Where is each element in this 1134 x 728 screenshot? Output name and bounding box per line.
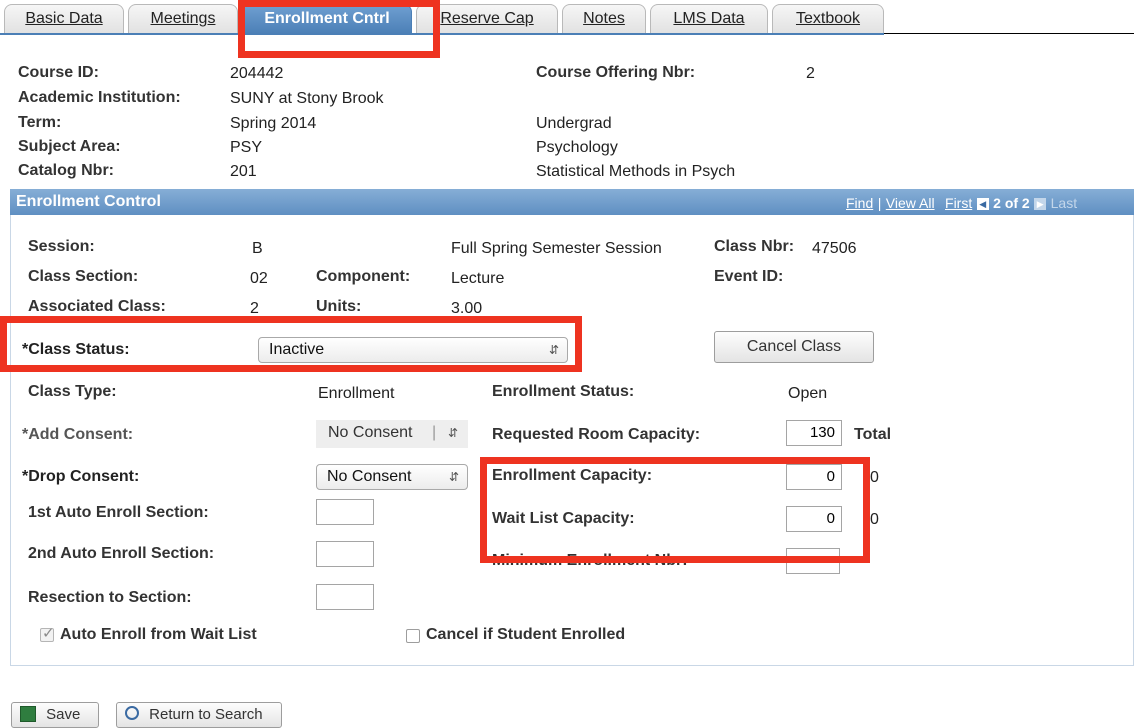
drop-consent-select[interactable]: No Consent ⇵ bbox=[316, 464, 468, 490]
term-value: Spring 2014 bbox=[230, 115, 317, 132]
return-to-search-button[interactable]: Return to Search bbox=[116, 702, 282, 728]
search-icon bbox=[125, 706, 139, 721]
term-label: Term: bbox=[18, 114, 62, 131]
add-consent-select: No Consent | ⇵ bbox=[316, 420, 468, 448]
units-label: Units: bbox=[316, 298, 362, 315]
room-capacity-label: Requested Room Capacity: bbox=[492, 426, 701, 443]
highlight-status-box bbox=[0, 316, 582, 372]
auto-enroll-wait-list-checkbox[interactable]: ✓ bbox=[40, 625, 55, 642]
institution-value: SUNY at Stony Brook bbox=[230, 90, 384, 107]
cancel-if-enrolled-label: Cancel if Student Enrolled bbox=[426, 626, 626, 643]
tab-lms-data[interactable]: LMS Data bbox=[650, 4, 768, 34]
save-label: Save bbox=[46, 706, 81, 723]
event-id-label: Event ID: bbox=[714, 268, 784, 285]
tab-meetings[interactable]: Meetings bbox=[128, 4, 238, 34]
cancel-if-enrolled-checkbox[interactable] bbox=[406, 629, 420, 643]
class-section-value: 02 bbox=[250, 270, 268, 287]
subject-desc: Psychology bbox=[536, 139, 618, 156]
find-link[interactable]: Find bbox=[846, 195, 873, 211]
class-type-value: Enrollment bbox=[318, 385, 395, 402]
subject-value: PSY bbox=[230, 139, 263, 156]
subject-label: Subject Area: bbox=[18, 138, 121, 155]
catalog-value: 201 bbox=[230, 163, 257, 180]
panel-title: Enrollment Control bbox=[16, 193, 161, 210]
catalog-label: Catalog Nbr: bbox=[18, 162, 114, 179]
tab-divider bbox=[884, 33, 1134, 34]
total-label: Total bbox=[854, 426, 892, 443]
auto-enroll-wait-list-label: Auto Enroll from Wait List bbox=[60, 626, 257, 643]
next-arrow-icon: ▶ bbox=[1034, 197, 1047, 210]
component-value: Lecture bbox=[451, 270, 505, 287]
class-section-label: Class Section: bbox=[28, 268, 139, 285]
tab-underline bbox=[0, 33, 884, 35]
select-arrows-icon: ⇵ bbox=[448, 470, 459, 484]
session-desc: Full Spring Semester Session bbox=[451, 240, 662, 257]
enrollment-total-value: 0 bbox=[870, 469, 879, 486]
checkmark-icon: ✓ bbox=[42, 625, 55, 642]
auto-enroll-1-label: 1st Auto Enroll Section: bbox=[28, 504, 209, 521]
enrollment-status-label: Enrollment Status: bbox=[492, 383, 635, 400]
tab-basic-data[interactable]: Basic Data bbox=[4, 4, 124, 34]
session-value: B bbox=[252, 240, 263, 257]
wait-list-total-value: 0 bbox=[870, 511, 879, 528]
resection-input[interactable] bbox=[316, 584, 374, 610]
return-to-search-label: Return to Search bbox=[149, 706, 263, 723]
save-button[interactable]: Save bbox=[11, 702, 99, 728]
course-id-label: Course ID: bbox=[18, 64, 99, 81]
enrollment-control-header: Enrollment Control Find | View All First… bbox=[10, 189, 1134, 215]
drop-consent-value: No Consent bbox=[327, 468, 412, 485]
session-label: Session: bbox=[28, 238, 95, 255]
class-nbr-value: 47506 bbox=[812, 240, 857, 257]
add-consent-label: *Add Consent: bbox=[22, 426, 134, 443]
add-consent-arrows-icon: ⇵ bbox=[447, 426, 458, 440]
resection-label: Resection to Section: bbox=[28, 589, 192, 606]
nav-separator: | bbox=[877, 195, 882, 211]
drop-consent-label: *Drop Consent: bbox=[22, 468, 140, 485]
associated-class-label: Associated Class: bbox=[28, 298, 166, 315]
tab-notes[interactable]: Notes bbox=[562, 4, 646, 34]
highlight-capacity-box bbox=[480, 457, 870, 563]
view-all-link[interactable]: View All bbox=[886, 195, 935, 211]
save-icon bbox=[20, 706, 36, 723]
class-type-label: Class Type: bbox=[28, 383, 117, 400]
career-value: Undergrad bbox=[536, 115, 612, 132]
component-label: Component: bbox=[316, 268, 411, 285]
auto-enroll-2-input[interactable] bbox=[316, 541, 374, 567]
record-count: 2 of 2 bbox=[993, 195, 1030, 211]
add-consent-value: No Consent bbox=[328, 424, 413, 441]
prev-arrow-icon[interactable]: ◀ bbox=[976, 197, 989, 210]
offering-value: 2 bbox=[806, 65, 815, 82]
offering-label: Course Offering Nbr: bbox=[536, 64, 696, 81]
first-link[interactable]: First bbox=[945, 195, 972, 211]
auto-enroll-1-input[interactable] bbox=[316, 499, 374, 525]
catalog-desc: Statistical Methods in Psych bbox=[536, 163, 736, 180]
course-id-value: 204442 bbox=[230, 65, 284, 82]
room-capacity-input[interactable]: 130 bbox=[786, 420, 842, 446]
tab-textbook[interactable]: Textbook bbox=[772, 4, 884, 34]
cancel-class-button[interactable]: Cancel Class bbox=[714, 331, 874, 363]
last-link: Last bbox=[1050, 195, 1078, 211]
add-consent-divider: | bbox=[432, 424, 437, 441]
auto-enroll-2-label: 2nd Auto Enroll Section: bbox=[28, 545, 215, 562]
panel-nav: Find | View All First ◀ 2 of 2 ▶ Last bbox=[846, 195, 1077, 213]
highlight-tab-box bbox=[238, 0, 440, 58]
institution-label: Academic Institution: bbox=[18, 89, 181, 106]
class-nbr-label: Class Nbr: bbox=[714, 238, 795, 255]
enrollment-status-value: Open bbox=[788, 385, 828, 402]
